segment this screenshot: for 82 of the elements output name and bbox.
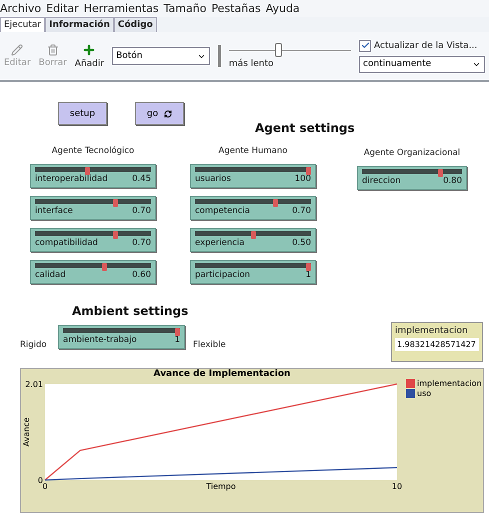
slider[interactable]: competencia 0.70 <box>190 196 316 220</box>
separator-bar <box>218 45 221 67</box>
forever-icon <box>164 110 172 118</box>
command-button[interactable]: go <box>135 102 184 125</box>
group-title: Agente Tecnológico <box>52 146 134 156</box>
menu-item[interactable]: Herramientas <box>84 2 159 15</box>
slider-value: 0.45 <box>132 174 151 185</box>
slider-label: experiencia <box>195 238 244 249</box>
toolbar-button[interactable]: Añadir <box>74 43 104 69</box>
monitor-value: 1.98321428571427 <box>395 338 479 351</box>
slider-thumb[interactable] <box>306 263 311 271</box>
plus-icon <box>82 43 96 57</box>
legend-label: uso <box>417 389 432 398</box>
command-button[interactable]: setup <box>58 102 107 125</box>
speed-thumb[interactable] <box>275 43 282 57</box>
slider-thumb[interactable] <box>306 167 311 175</box>
widget-type-dropdown[interactable]: Botón <box>112 47 210 65</box>
slider-label: competencia <box>195 206 250 217</box>
slider[interactable]: interface 0.70 <box>30 196 156 220</box>
tab[interactable]: Información <box>45 17 114 32</box>
slider-thumb[interactable] <box>175 328 180 336</box>
update-mode-dropdown[interactable]: continuamente <box>359 56 486 72</box>
checkbox-label: Actualizar de la Vista... <box>374 40 478 50</box>
menu-item[interactable]: Pestañas <box>211 2 261 15</box>
slider[interactable]: ambiente-trabajo 1 <box>58 325 185 349</box>
checkbox[interactable] <box>359 40 372 52</box>
tab[interactable]: Ejecutar <box>0 17 46 32</box>
slider-thumb[interactable] <box>250 231 256 239</box>
slider-label: direccion <box>362 176 401 187</box>
slider-thumb[interactable] <box>102 263 107 271</box>
slider-thumb[interactable] <box>272 199 278 207</box>
pencil-icon <box>11 44 24 56</box>
monitor-label: implementacion <box>395 326 469 336</box>
y-tick-label: 0 <box>38 476 43 485</box>
slider[interactable]: interoperabilidad 0.45 <box>30 164 156 188</box>
slider-value: 1 <box>306 270 311 281</box>
plot-title: Avance de Implementacion <box>154 369 290 379</box>
slider-value: 0.50 <box>292 238 311 249</box>
x-tick-label: 10 <box>392 482 402 491</box>
slider-value: 0.60 <box>132 270 151 281</box>
slider-thumb[interactable] <box>84 167 90 175</box>
slider[interactable]: direccion 0.80 <box>357 166 467 190</box>
slider[interactable]: compatibilidad 0.70 <box>30 228 156 252</box>
speed-label: más lento <box>228 59 275 69</box>
slider-thumb[interactable] <box>438 169 443 177</box>
slider[interactable]: participacion 1 <box>190 260 316 284</box>
y-axis-label: Avance <box>22 417 31 447</box>
slider-value: 0.70 <box>132 206 151 217</box>
slider[interactable]: experiencia 0.50 <box>190 228 316 252</box>
section-heading: Ambient settings <box>72 304 188 318</box>
slider-label: usuarios <box>195 174 231 185</box>
slider-label: ambiente-trabajo <box>63 335 137 346</box>
slider-label: interface <box>35 206 73 217</box>
slider-value: 0.70 <box>132 238 151 249</box>
slider[interactable]: calidad 0.60 <box>30 260 156 284</box>
x-axis-label: Tiempo <box>206 482 236 491</box>
slider-value: 1 <box>174 335 180 346</box>
menu-item[interactable]: Ayuda <box>266 2 300 15</box>
x-tick-label: 0 <box>42 482 48 491</box>
y-tick-label: 2.01 <box>25 380 43 389</box>
slider-value: 0.70 <box>292 206 311 217</box>
slider-thumb[interactable] <box>112 231 118 239</box>
slider-value: 100 <box>294 174 311 185</box>
slider-label: calidad <box>35 270 66 281</box>
slider-min-label: Rigido <box>20 340 47 350</box>
slider-thumb[interactable] <box>112 199 118 207</box>
slider[interactable]: usuarios 100 <box>190 164 316 188</box>
slider-value: 0.80 <box>443 176 462 187</box>
menu-item[interactable]: Tamaño <box>164 2 206 15</box>
group-title: Agente Humano <box>218 146 288 156</box>
slider-label: participacion <box>195 270 250 281</box>
menu-item[interactable]: Archivo <box>0 2 42 15</box>
tab[interactable]: Código <box>114 17 157 32</box>
group-title: Agente Organizacional <box>364 148 460 158</box>
speed-slider[interactable] <box>228 43 352 57</box>
trash-icon <box>46 44 59 56</box>
legend-label: implementacion <box>417 379 482 388</box>
slider-label: interoperabilidad <box>35 174 108 185</box>
slider-label: compatibilidad <box>35 238 98 249</box>
section-heading: Agent settings <box>255 121 355 135</box>
menu-item[interactable]: Editar <box>46 2 79 15</box>
slider-max-label: Flexible <box>193 340 226 350</box>
